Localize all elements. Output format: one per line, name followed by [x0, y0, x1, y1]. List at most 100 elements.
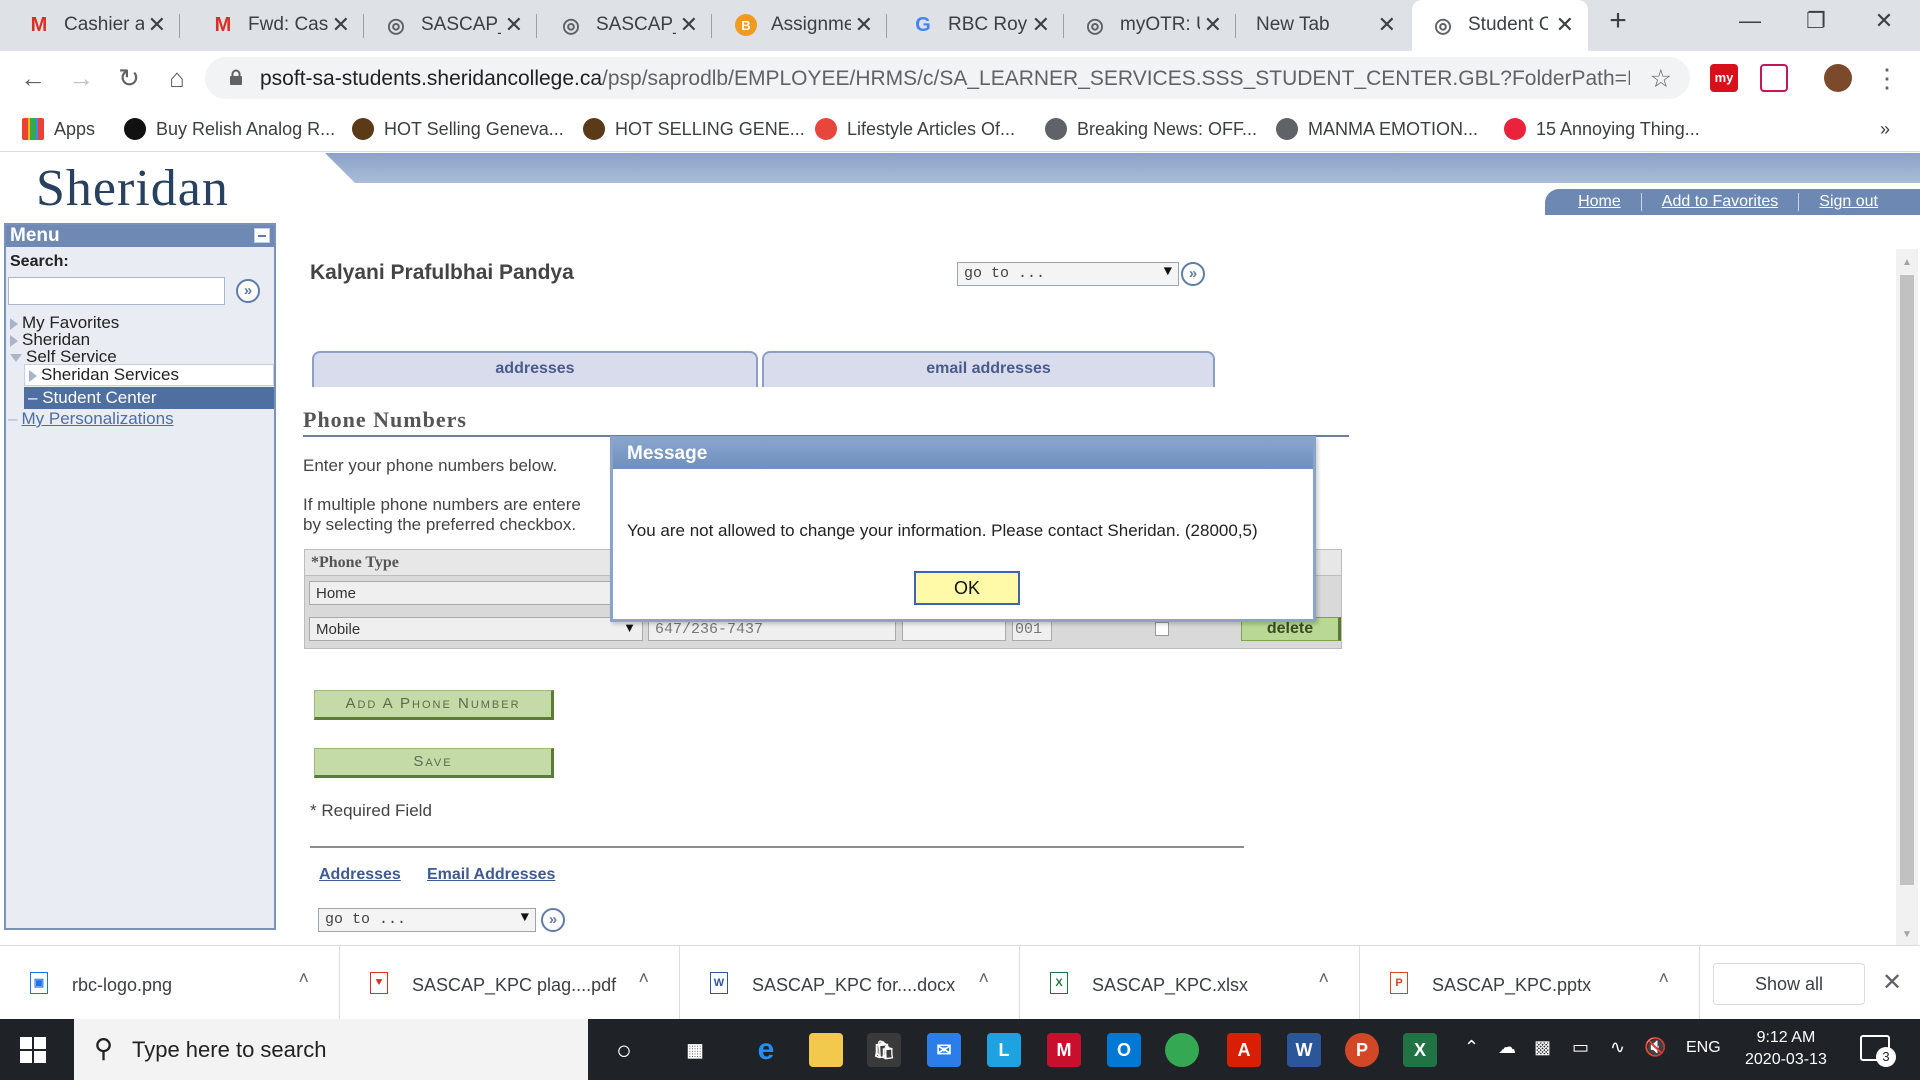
- browser-tab[interactable]: New Tab ✕: [1238, 0, 1410, 51]
- scroll-up-icon[interactable]: ▲: [1902, 257, 1912, 268]
- bookmark-item[interactable]: Buy Relish Analog R...: [124, 116, 335, 142]
- goto-select-bottom[interactable]: go to ... ▼: [318, 908, 536, 932]
- preferred-checkbox[interactable]: [1155, 622, 1169, 636]
- address-bar[interactable]: psoft-sa-students.sheridancollege.ca/psp…: [205, 57, 1690, 99]
- chevron-up-icon[interactable]: ˄: [638, 968, 649, 989]
- store-icon[interactable]: 🛍: [867, 1033, 901, 1067]
- volume-mute-icon[interactable]: 🔇: [1644, 1037, 1666, 1058]
- close-tab-icon[interactable]: ✕: [1378, 12, 1396, 38]
- device-icon[interactable]: ▩: [1534, 1037, 1551, 1058]
- windows-start-icon[interactable]: [20, 1037, 46, 1063]
- chevron-up-icon[interactable]: ˄: [1658, 968, 1669, 989]
- file-explorer-icon[interactable]: [809, 1033, 843, 1067]
- edge-icon[interactable]: e: [749, 1033, 783, 1067]
- scroll-thumb[interactable]: [1900, 275, 1914, 885]
- goto-select-top[interactable]: go to ... ▼: [957, 262, 1179, 286]
- bookmark-item[interactable]: Apps: [22, 116, 95, 142]
- download-item[interactable]: X SASCAP_KPC.xlsx ˄: [1020, 946, 1360, 1020]
- bookmark-item[interactable]: Lifestyle Articles Of...: [815, 116, 1015, 142]
- battery-icon[interactable]: ▭: [1572, 1037, 1589, 1058]
- browser-tab[interactable]: ◎ SASCAP_K✕: [365, 0, 537, 51]
- menu-search-input[interactable]: [8, 277, 225, 305]
- forward-icon[interactable]: →: [66, 63, 96, 93]
- kebab-menu-icon[interactable]: ⋮: [1872, 63, 1902, 93]
- taskbar-search-box[interactable]: ⚲ Type here to search: [74, 1019, 588, 1080]
- tab-addresses[interactable]: addresses: [312, 351, 758, 387]
- bookmark-item[interactable]: Breaking News: OFF...: [1045, 116, 1257, 142]
- powerpoint-icon[interactable]: P: [1345, 1033, 1379, 1067]
- download-item[interactable]: P SASCAP_KPC.pptx ˄: [1360, 946, 1700, 1020]
- bookmark-item[interactable]: MANMA EMOTION...: [1276, 116, 1478, 142]
- email-addresses-link[interactable]: Email Addresses: [427, 866, 555, 884]
- close-tab-icon[interactable]: ✕: [855, 12, 873, 38]
- bookmark-item[interactable]: HOT Selling Geneva...: [352, 116, 564, 142]
- excel-icon[interactable]: X: [1403, 1033, 1437, 1067]
- browser-tab[interactable]: ◎ myOTR: U✕: [1064, 0, 1236, 51]
- page-scrollbar[interactable]: ▲ ▼: [1896, 249, 1918, 945]
- browser-tab[interactable]: G RBC Roya✕: [892, 0, 1064, 51]
- mail-icon[interactable]: ✉: [927, 1033, 961, 1067]
- home-link[interactable]: Home: [1558, 193, 1641, 211]
- cortana-icon[interactable]: ○: [607, 1033, 641, 1067]
- bookmark-star-icon[interactable]: ☆: [1650, 64, 1672, 94]
- phone-type-select-mobile[interactable]: Mobile ▼: [309, 617, 643, 641]
- pocket-extension-icon[interactable]: [1760, 64, 1788, 92]
- close-tab-icon[interactable]: ✕: [505, 12, 523, 38]
- reload-icon[interactable]: ↻: [114, 63, 144, 93]
- bookmarks-overflow-icon[interactable]: »: [1880, 116, 1890, 142]
- scroll-down-icon[interactable]: ▼: [1902, 929, 1912, 940]
- download-item[interactable]: ⯆ SASCAP_KPC plag....pdf ˄: [340, 946, 680, 1020]
- chevron-up-icon[interactable]: ˄: [298, 968, 309, 989]
- language-indicator[interactable]: ENG: [1686, 1039, 1721, 1057]
- bookmark-item[interactable]: 15 Annoying Thing...: [1504, 116, 1700, 142]
- download-item[interactable]: W SASCAP_KPC for....docx ˄: [680, 946, 1020, 1020]
- goto-go-icon-bottom[interactable]: »: [541, 908, 565, 932]
- show-hidden-icons[interactable]: ⌃: [1464, 1037, 1479, 1058]
- minimize-icon[interactable]: —: [1730, 8, 1770, 34]
- chevron-up-icon[interactable]: ˄: [1318, 968, 1329, 989]
- profile-avatar[interactable]: [1824, 64, 1852, 92]
- phone-type-select-home[interactable]: Home: [309, 581, 649, 605]
- new-tab-button[interactable]: +: [1598, 4, 1638, 38]
- acrobat-icon[interactable]: A: [1227, 1033, 1261, 1067]
- close-tab-icon[interactable]: ✕: [1204, 12, 1222, 38]
- restore-icon[interactable]: ❐: [1796, 8, 1836, 34]
- goto-go-icon-top[interactable]: »: [1181, 262, 1205, 286]
- add-phone-number-button[interactable]: Add A Phone Number: [314, 690, 554, 720]
- wifi-icon[interactable]: ∿: [1610, 1037, 1625, 1058]
- l-app-icon[interactable]: L: [987, 1033, 1021, 1067]
- ok-button[interactable]: OK: [914, 571, 1020, 605]
- bookmark-item[interactable]: HOT SELLING GENE...: [583, 116, 805, 142]
- browser-tab[interactable]: B Assignme ✕: [715, 0, 887, 51]
- close-tab-icon[interactable]: ✕: [680, 12, 698, 38]
- close-window-icon[interactable]: ✕: [1864, 8, 1904, 34]
- save-button[interactable]: Save: [314, 748, 554, 778]
- browser-tab[interactable]: M Cashier at ✕: [8, 0, 180, 51]
- sheridan-logo[interactable]: Sheridan: [36, 159, 229, 218]
- taskbar-clock[interactable]: 9:12 AM 2020-03-13: [1745, 1027, 1827, 1071]
- menu-item-my-personalizations[interactable]: – My Personalizations: [6, 409, 174, 429]
- menu-search-go-icon[interactable]: »: [236, 279, 260, 303]
- mcafee-extension-icon[interactable]: my: [1710, 64, 1738, 92]
- sign-out-link[interactable]: Sign out: [1798, 193, 1898, 211]
- menu-item-sheridan-services[interactable]: Sheridan Services: [24, 364, 274, 386]
- onedrive-icon[interactable]: ☁: [1498, 1037, 1516, 1058]
- outlook-icon[interactable]: O: [1107, 1033, 1141, 1067]
- close-tab-icon[interactable]: ✕: [1556, 12, 1574, 38]
- collapse-menu-icon[interactable]: [254, 228, 270, 243]
- back-icon[interactable]: ←: [18, 63, 48, 93]
- close-tab-icon[interactable]: ✕: [148, 12, 166, 38]
- task-view-icon[interactable]: ▦: [678, 1033, 712, 1067]
- browser-tab[interactable]: ◎ SASCAP_K✕: [540, 0, 712, 51]
- download-item[interactable]: ▣ rbc-logo.png ˄: [0, 946, 340, 1020]
- word-icon[interactable]: W: [1287, 1033, 1321, 1067]
- show-all-button[interactable]: Show all: [1713, 963, 1865, 1005]
- close-tab-icon[interactable]: ✕: [1032, 12, 1050, 38]
- chrome-icon[interactable]: [1165, 1033, 1199, 1067]
- close-tab-icon[interactable]: ✕: [332, 12, 350, 38]
- browser-tab[interactable]: ◎ Student C ✕: [1412, 0, 1588, 51]
- add-to-favorites-link[interactable]: Add to Favorites: [1640, 193, 1799, 211]
- browser-tab[interactable]: M Fwd: Case✕: [192, 0, 364, 51]
- addresses-link[interactable]: Addresses: [319, 866, 401, 884]
- mcafee-icon[interactable]: M: [1047, 1033, 1081, 1067]
